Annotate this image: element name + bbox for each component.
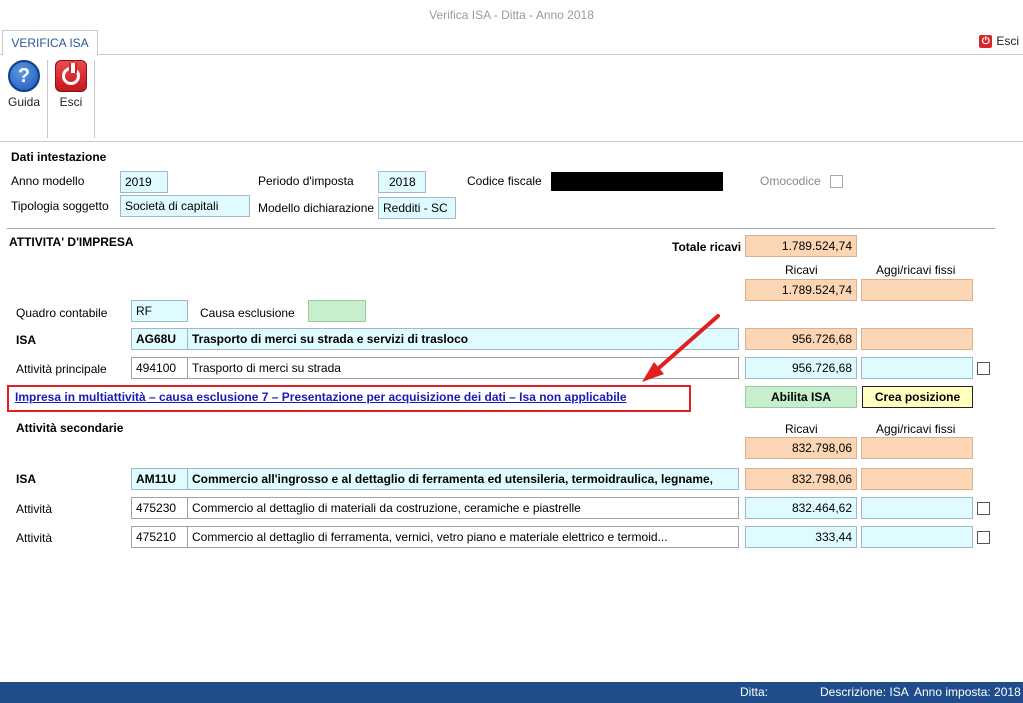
attivita-sec-desc-field: Commercio al dettaglio di ferramenta, ve…	[187, 526, 739, 548]
causa-field[interactable]	[308, 300, 366, 322]
window-title: Verifica ISA - Ditta - Anno 2018	[0, 0, 1023, 30]
attivita-sec-checkbox[interactable]	[977, 502, 990, 515]
anno-modello-field[interactable]: 2019	[120, 171, 168, 193]
attivita-sec-ricavi-field[interactable]: 333,44	[745, 526, 857, 548]
power-icon: ⏻	[979, 34, 993, 48]
attivita-ricavi-field[interactable]: 956.726,68	[745, 357, 857, 379]
attivita-sec-ricavi-field[interactable]: 832.464,62	[745, 497, 857, 519]
tab-verifica-isa[interactable]: VERIFICA ISA	[2, 30, 98, 56]
exit-label: Esci	[59, 95, 83, 109]
help-button[interactable]: ? Guida	[1, 60, 47, 109]
section-title-intestazione: Dati intestazione	[11, 150, 107, 164]
totale-ricavi-label: Totale ricavi	[672, 240, 742, 254]
isa-ricavi-field: 956.726,68	[745, 328, 857, 350]
periodo-label: Periodo d'imposta	[258, 174, 354, 188]
anno-modello-label: Anno modello	[11, 174, 85, 188]
help-label: Guida	[7, 95, 41, 109]
quadro-label: Quadro contabile	[16, 306, 108, 320]
secondarie-aggi-field	[861, 437, 973, 459]
ribbon-separator	[94, 60, 95, 138]
isa-sec-label: ISA	[16, 472, 37, 486]
warning-link[interactable]: Impresa in multiattività – causa esclusi…	[15, 390, 627, 404]
section-title-secondarie: Attività secondarie	[16, 421, 124, 435]
crea-posizione-button[interactable]: Crea posizione	[862, 386, 973, 408]
modello-label: Modello dichiarazione	[258, 201, 375, 215]
top-exit-button[interactable]: ⏻ Esci	[979, 34, 1019, 48]
isa-sec-aggi-field	[861, 468, 973, 490]
isa-code-field[interactable]: AG68U	[131, 328, 188, 350]
omocodice-checkbox[interactable]	[830, 175, 843, 188]
abilita-isa-button[interactable]: Abilita ISA	[745, 386, 857, 408]
attivita-sec-aggi-field[interactable]	[861, 497, 973, 519]
secondarie-ricavi-field: 832.798,06	[745, 437, 857, 459]
attivita-sec-code-field[interactable]: 475210	[131, 526, 188, 548]
codice-fiscale-field[interactable]	[551, 172, 723, 191]
status-ditta: Ditta:	[740, 685, 769, 699]
attivita-code-field[interactable]: 494100	[131, 357, 188, 379]
quadro-field[interactable]: RF	[131, 300, 188, 322]
isa-label: ISA	[16, 333, 37, 347]
attivita-sec-aggi-field[interactable]	[861, 526, 973, 548]
attivita-sec-code-field[interactable]: 475230	[131, 497, 188, 519]
tipologia-label: Tipologia soggetto	[11, 199, 109, 213]
attivita-principale-label: Attività principale	[16, 362, 107, 376]
power-icon	[55, 60, 87, 92]
attivita-sec-label: Attività	[16, 531, 53, 545]
causa-label: Causa esclusione	[200, 306, 295, 320]
status-descrizione: Descrizione: ISA	[820, 685, 909, 699]
section-title-impresa: ATTIVITA' D'IMPRESA	[9, 235, 134, 249]
attivita-sec-checkbox[interactable]	[977, 531, 990, 544]
attivita-sec-label: Attività	[16, 502, 53, 516]
isa-sec-desc-field: Commercio all'ingrosso e al dettaglio di…	[187, 468, 739, 490]
modello-field[interactable]: Redditi - SC	[378, 197, 456, 219]
tab-strip: VERIFICA ISA ⏻ Esci	[0, 30, 1023, 56]
exit-button[interactable]: Esci	[48, 60, 94, 109]
attivita-principale-checkbox[interactable]	[977, 362, 990, 375]
help-icon: ?	[8, 60, 40, 92]
status-bar: Ditta: Descrizione: ISA Anno imposta: 20…	[0, 682, 1023, 703]
attivita-aggi-field[interactable]	[861, 357, 973, 379]
isa-aggi-field	[861, 328, 973, 350]
col-aggi-header-sec: Aggi/ricavi fissi	[876, 422, 956, 436]
isa-sec-ricavi-field: 832.798,06	[745, 468, 857, 490]
codice-fiscale-label: Codice fiscale	[467, 174, 542, 188]
aggi-total-field	[861, 279, 973, 301]
section-divider	[7, 228, 995, 229]
col-ricavi-header-sec: Ricavi	[785, 422, 818, 436]
ricavi-total-field: 1.789.524,74	[745, 279, 857, 301]
top-exit-label: Esci	[996, 34, 1019, 48]
ribbon: ? Guida Esci	[0, 56, 1023, 142]
col-aggi-header: Aggi/ricavi fissi	[876, 263, 956, 277]
status-anno: Anno imposta: 2018	[914, 685, 1021, 699]
tipologia-field[interactable]: Società di capitali	[120, 195, 250, 217]
isa-sec-code-field[interactable]: AM11U	[131, 468, 188, 490]
red-arrow-icon	[642, 314, 720, 382]
omocodice-label: Omocodice	[760, 174, 821, 188]
attivita-sec-desc-field: Commercio al dettaglio di materiali da c…	[187, 497, 739, 519]
totale-ricavi-field: 1.789.524,74	[745, 235, 857, 257]
periodo-field[interactable]: 2018	[378, 171, 426, 193]
col-ricavi-header: Ricavi	[785, 263, 818, 277]
